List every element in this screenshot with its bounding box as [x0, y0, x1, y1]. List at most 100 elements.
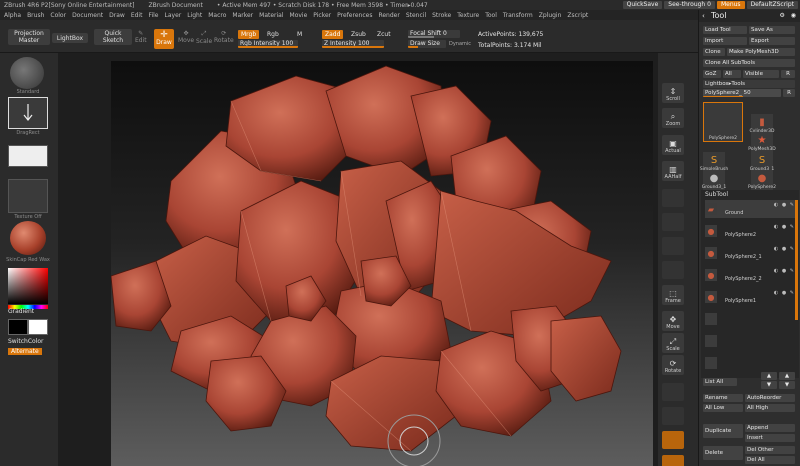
scale-mode-button[interactable]: ⤢ Scale	[196, 30, 212, 45]
save-as-button[interactable]: Save As	[749, 26, 795, 34]
shelf-scroll-button[interactable]: ⇕ Scroll	[662, 83, 684, 103]
move-up-fast-button[interactable]: ▲	[779, 372, 795, 380]
collapse-icon[interactable]: ‹	[702, 10, 705, 22]
zadd-toggle[interactable]: Zadd	[322, 30, 344, 39]
shelf-extra-button[interactable]	[662, 455, 684, 466]
tool-thumb[interactable]: ● Ground3_1	[702, 170, 726, 190]
tool-thumb[interactable]: SGround3_1	[750, 152, 774, 172]
tool-thumb[interactable]: SSimpleBrush	[700, 152, 728, 172]
goz-r-button[interactable]: R	[781, 70, 795, 78]
menu-transform[interactable]: Transform	[503, 12, 533, 19]
menu-texture[interactable]: Texture	[457, 12, 479, 19]
load-tool-button[interactable]: Load Tool	[703, 26, 747, 34]
tool-panel-header[interactable]: ‹ Tool ⚙ ◉	[699, 10, 800, 22]
shelf-extra-button[interactable]	[662, 261, 684, 279]
move-mode-button[interactable]: ✥ Move	[178, 30, 194, 44]
menu-macro[interactable]: Macro	[208, 12, 226, 19]
export-button[interactable]: Export	[749, 37, 795, 45]
subtool-row[interactable]: ● PolySphere2 ◐ ● ✎	[705, 222, 797, 240]
lightbox-tools-button[interactable]: Lightbox▸Tools	[703, 80, 795, 88]
all-low-button[interactable]: All Low	[703, 404, 743, 412]
menu-zscript[interactable]: Zscript	[567, 12, 588, 19]
color-picker[interactable]	[8, 268, 48, 304]
shelf-rotate-button[interactable]: ⟳ Rotate	[662, 355, 684, 375]
tool-thumb[interactable]: ▮Cylinder3D	[750, 114, 774, 134]
shelf-extra-button[interactable]	[662, 189, 684, 207]
menu-brush[interactable]: Brush	[27, 12, 44, 19]
subtool-row[interactable]	[705, 332, 797, 350]
make-polymesh3d-button[interactable]: Make PolyMesh3D	[727, 48, 795, 56]
z-intensity-slider[interactable]: Z Intensity 100	[322, 40, 384, 48]
menu-color[interactable]: Color	[50, 12, 66, 19]
alternate-button[interactable]: Alternate	[8, 348, 42, 355]
menu-tool[interactable]: Tool	[485, 12, 497, 19]
tool-thumb[interactable]: ★ PolyMesh3D	[748, 132, 776, 152]
subtool-row[interactable]	[705, 354, 797, 372]
quicksave-button[interactable]: QuickSave	[622, 1, 663, 9]
menu-picker[interactable]: Picker	[313, 12, 331, 19]
focal-shift-slider[interactable]: Focal Shift 0	[408, 30, 460, 38]
menu-light[interactable]: Light	[187, 12, 202, 19]
m-toggle[interactable]: M	[294, 30, 305, 39]
shelf-move-button[interactable]: ✥ Move	[662, 311, 684, 331]
current-tool-slider[interactable]: PolySphere2_ 50	[703, 89, 781, 97]
dynamic-toggle[interactable]: Dynamic	[446, 40, 474, 49]
shelf-extra-button[interactable]	[662, 407, 684, 425]
subtool-row[interactable]: ▰ Ground ◐ ● ✎	[705, 200, 797, 218]
rgb-intensity-slider[interactable]: Rgb Intensity 100	[238, 40, 298, 48]
edit-mode-button[interactable]: ✎ Edit	[135, 30, 147, 44]
shelf-extra-button[interactable]	[662, 237, 684, 255]
menu-stroke[interactable]: Stroke	[432, 12, 451, 19]
stroke-dragrect-thumb[interactable]	[8, 97, 48, 129]
zsub-toggle[interactable]: Zsub	[348, 30, 369, 39]
shelf-extra-button[interactable]	[662, 431, 684, 449]
switchcolor-button[interactable]: SwitchColor	[8, 338, 44, 345]
projection-master-button[interactable]: Projection Master	[8, 29, 50, 45]
quick-sketch-button[interactable]: Quick Sketch	[94, 29, 132, 45]
shelf-frame-button[interactable]: ⬚ Frame	[662, 285, 684, 305]
menu-movie[interactable]: Movie	[290, 12, 308, 19]
mrgb-toggle[interactable]: Mrgb	[238, 30, 260, 39]
draw-size-slider[interactable]: Draw Size 64	[408, 40, 446, 48]
goz-all-button[interactable]: All	[723, 70, 741, 78]
menu-stencil[interactable]: Stencil	[406, 12, 426, 19]
menu-draw[interactable]: Draw	[109, 12, 125, 19]
duplicate-button[interactable]: Duplicate	[703, 424, 743, 438]
material-thumb[interactable]	[10, 221, 46, 255]
lightbox-button[interactable]: LightBox	[52, 33, 88, 43]
append-button[interactable]: Append	[745, 424, 795, 432]
brush-standard-thumb[interactable]	[10, 57, 44, 89]
gradient-label[interactable]: Gradient	[8, 308, 34, 315]
panel-settings-icon[interactable]: ⚙ ◉	[779, 10, 798, 22]
menu-layer[interactable]: Layer	[165, 12, 182, 19]
rgb-toggle[interactable]: Rgb	[264, 30, 282, 39]
subtool-visibility-icon[interactable]: ◐ ● ✎	[774, 246, 795, 252]
subtool-visibility-icon[interactable]: ◐ ● ✎	[774, 224, 795, 230]
menu-document[interactable]: Document	[72, 12, 103, 19]
menu-render[interactable]: Render	[378, 12, 399, 19]
delete-button[interactable]: Delete	[703, 446, 743, 460]
menu-preferences[interactable]: Preferences	[337, 12, 372, 19]
subtool-header[interactable]: SubTool	[705, 191, 728, 198]
current-tool-r-button[interactable]: R	[783, 89, 795, 97]
list-all-button[interactable]: List All	[703, 378, 737, 386]
shelf-actual-button[interactable]: ▣ Actual	[662, 135, 684, 155]
del-all-button[interactable]: Del All	[745, 456, 795, 464]
shelf-zoom-button[interactable]: ⌕ Zoom	[662, 108, 684, 128]
insert-button[interactable]: Insert	[745, 434, 795, 442]
subtool-visibility-icon[interactable]: ◐ ● ✎	[774, 268, 795, 274]
subtool-row[interactable]: ● PolySphere1 ◐ ● ✎	[705, 288, 797, 306]
defaultscript-button[interactable]: DefaultZScript	[746, 1, 798, 9]
alpha-thumb[interactable]	[8, 145, 48, 167]
menu-material[interactable]: Material	[259, 12, 283, 19]
subtool-scrollbar[interactable]	[795, 200, 798, 320]
zcut-toggle[interactable]: Zcut	[374, 30, 394, 39]
move-down-fast-button[interactable]: ▼	[779, 381, 795, 389]
document-canvas[interactable]	[111, 61, 653, 466]
menu-marker[interactable]: Marker	[232, 12, 253, 19]
import-button[interactable]: Import	[703, 37, 747, 45]
shelf-extra-button[interactable]	[662, 383, 684, 401]
texture-thumb[interactable]	[8, 179, 48, 213]
draw-mode-button[interactable]: ✛ Draw	[154, 29, 174, 49]
goz-visible-button[interactable]: Visible	[743, 70, 779, 78]
